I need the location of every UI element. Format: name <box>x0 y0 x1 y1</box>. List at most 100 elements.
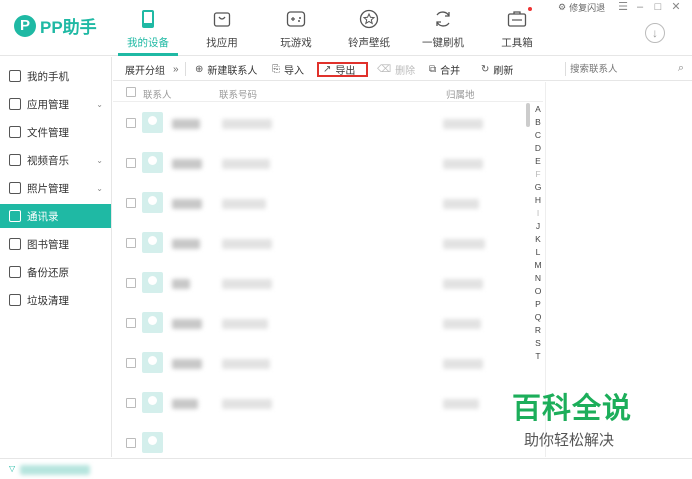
alphabet-letter[interactable]: P <box>531 299 545 309</box>
import-button[interactable]: ⎘ 导入 <box>272 57 304 81</box>
avatar <box>142 392 163 413</box>
alphabet-letter[interactable]: B <box>531 117 545 127</box>
sidebar-item-video-music[interactable]: 视频音乐 ⌄ <box>0 148 111 172</box>
expand-groups-label: 展开分组 <box>125 65 165 77</box>
expand-groups-button[interactable]: 展开分组 » <box>125 57 179 81</box>
table-row[interactable] <box>113 184 543 224</box>
nav-toolbox[interactable]: 工具箱 <box>487 8 547 50</box>
alphabet-letter[interactable]: D <box>531 143 545 153</box>
row-checkbox[interactable] <box>126 318 136 328</box>
avatar <box>142 152 163 173</box>
row-checkbox[interactable] <box>126 398 136 408</box>
alphabet-letter[interactable]: E <box>531 156 545 166</box>
nav-my-device[interactable]: 我的设备 <box>118 8 178 56</box>
contact-number-blurred <box>222 119 272 129</box>
merge-button[interactable]: ⧉ 合并 <box>429 57 460 81</box>
nav-play-games[interactable]: 玩游戏 <box>266 8 326 50</box>
search-icon[interactable]: ⌕ <box>678 62 684 75</box>
avatar <box>142 352 163 373</box>
avatar <box>142 112 163 133</box>
backup-icon <box>9 266 21 278</box>
sidebar-item-app-management[interactable]: 应用管理 ⌄ <box>0 92 111 116</box>
alphabet-letter[interactable]: L <box>531 247 545 257</box>
menu-button[interactable]: ☰ <box>615 0 631 14</box>
search-input[interactable] <box>570 61 670 77</box>
contact-name-blurred <box>172 279 190 289</box>
row-checkbox[interactable] <box>126 198 136 208</box>
alphabet-letter[interactable]: F <box>531 169 545 179</box>
row-checkbox[interactable] <box>126 278 136 288</box>
nav-find-apps[interactable]: 找应用 <box>192 8 252 50</box>
maximize-button[interactable]: □ <box>650 0 666 14</box>
column-header-contact: 联系人 <box>143 90 172 101</box>
contacts-scrollbar[interactable] <box>526 103 530 127</box>
alphabet-letter[interactable]: I <box>531 208 545 218</box>
minimize-button[interactable]: – <box>632 0 648 14</box>
status-bar: ▽ <box>0 458 692 479</box>
column-header-location: 归属地 <box>446 90 475 101</box>
alphabet-letter[interactable]: S <box>531 338 545 348</box>
refresh-label: 刷新 <box>493 65 514 77</box>
row-checkbox[interactable] <box>126 438 136 448</box>
row-checkbox[interactable] <box>126 238 136 248</box>
sidebar-item-label: 通讯录 <box>27 210 59 223</box>
notification-dot <box>528 7 532 11</box>
sidebar-item-book-management[interactable]: 图书管理 <box>0 232 111 256</box>
delete-label: 删除 <box>395 65 416 77</box>
contact-location-blurred <box>443 239 485 249</box>
nav-one-click-flash[interactable]: 一键刷机 <box>413 8 473 50</box>
sidebar-item-contacts[interactable]: 通讯录 <box>0 204 111 228</box>
close-button[interactable]: ✕ <box>668 0 684 14</box>
row-checkbox[interactable] <box>126 158 136 168</box>
triangle-down-icon[interactable]: ▽ <box>9 464 15 473</box>
watermark-logo: 百科全说 助你轻松解决 <box>512 385 662 450</box>
new-contact-button[interactable]: ⊕ 新建联系人 <box>195 57 257 81</box>
sidebar-item-photo-management[interactable]: 照片管理 ⌄ <box>0 176 111 200</box>
table-row[interactable] <box>113 144 543 184</box>
contact-location-blurred <box>443 119 483 129</box>
row-checkbox[interactable] <box>126 118 136 128</box>
sidebar-item-label: 文件管理 <box>27 126 69 139</box>
row-checkbox[interactable] <box>126 358 136 368</box>
table-row[interactable] <box>113 304 543 344</box>
refresh-button[interactable]: ↻ 刷新 <box>481 57 513 81</box>
contacts-table: 联系人 联系号码 归属地 <box>113 82 543 457</box>
sidebar-item-file-management[interactable]: 文件管理 <box>0 120 111 144</box>
merge-icon: ⧉ <box>429 63 437 75</box>
table-row[interactable] <box>113 104 543 144</box>
select-all-checkbox[interactable] <box>126 87 136 97</box>
refresh-icon: ↻ <box>481 63 490 75</box>
repair-crash-button[interactable]: ⚙ 修复闪退 <box>558 0 605 14</box>
sidebar-item-junk-cleanup[interactable]: 垃圾清理 <box>0 288 111 312</box>
alphabet-letter[interactable]: H <box>531 195 545 205</box>
sidebar-item-my-phone[interactable]: 我的手机 <box>0 64 111 88</box>
alphabet-letter[interactable]: G <box>531 182 545 192</box>
table-row[interactable] <box>113 384 543 424</box>
alphabet-letter[interactable]: K <box>531 234 545 244</box>
alphabet-letter[interactable]: J <box>531 221 545 231</box>
device-name-blurred <box>20 465 90 475</box>
sidebar-item-label: 应用管理 <box>27 98 69 111</box>
nav-label: 工具箱 <box>501 37 533 49</box>
logo-mark: P <box>14 14 36 37</box>
contact-name-blurred <box>172 319 202 329</box>
table-row[interactable] <box>113 264 543 304</box>
delete-button[interactable]: ⌫ 删除 <box>377 57 415 81</box>
alphabet-letter[interactable]: C <box>531 130 545 140</box>
contacts-icon <box>9 210 21 222</box>
alphabet-letter[interactable]: M <box>531 260 545 270</box>
alphabet-letter[interactable]: R <box>531 325 545 335</box>
nav-label: 一键刷机 <box>422 37 464 49</box>
nav-ringtones-wallpapers[interactable]: 铃声壁纸 <box>339 8 399 50</box>
download-icon[interactable]: ↓ <box>645 23 665 43</box>
table-row[interactable] <box>113 224 543 264</box>
alphabet-letter[interactable]: A <box>531 104 545 114</box>
alphabet-letter[interactable]: N <box>531 273 545 283</box>
sidebar-item-backup-restore[interactable]: 备份还原 <box>0 260 111 284</box>
table-row[interactable] <box>113 424 543 457</box>
alphabet-letter[interactable]: O <box>531 286 545 296</box>
toolbar-divider <box>185 62 186 76</box>
alphabet-letter[interactable]: T <box>531 351 545 361</box>
alphabet-letter[interactable]: Q <box>531 312 545 322</box>
table-row[interactable] <box>113 344 543 384</box>
